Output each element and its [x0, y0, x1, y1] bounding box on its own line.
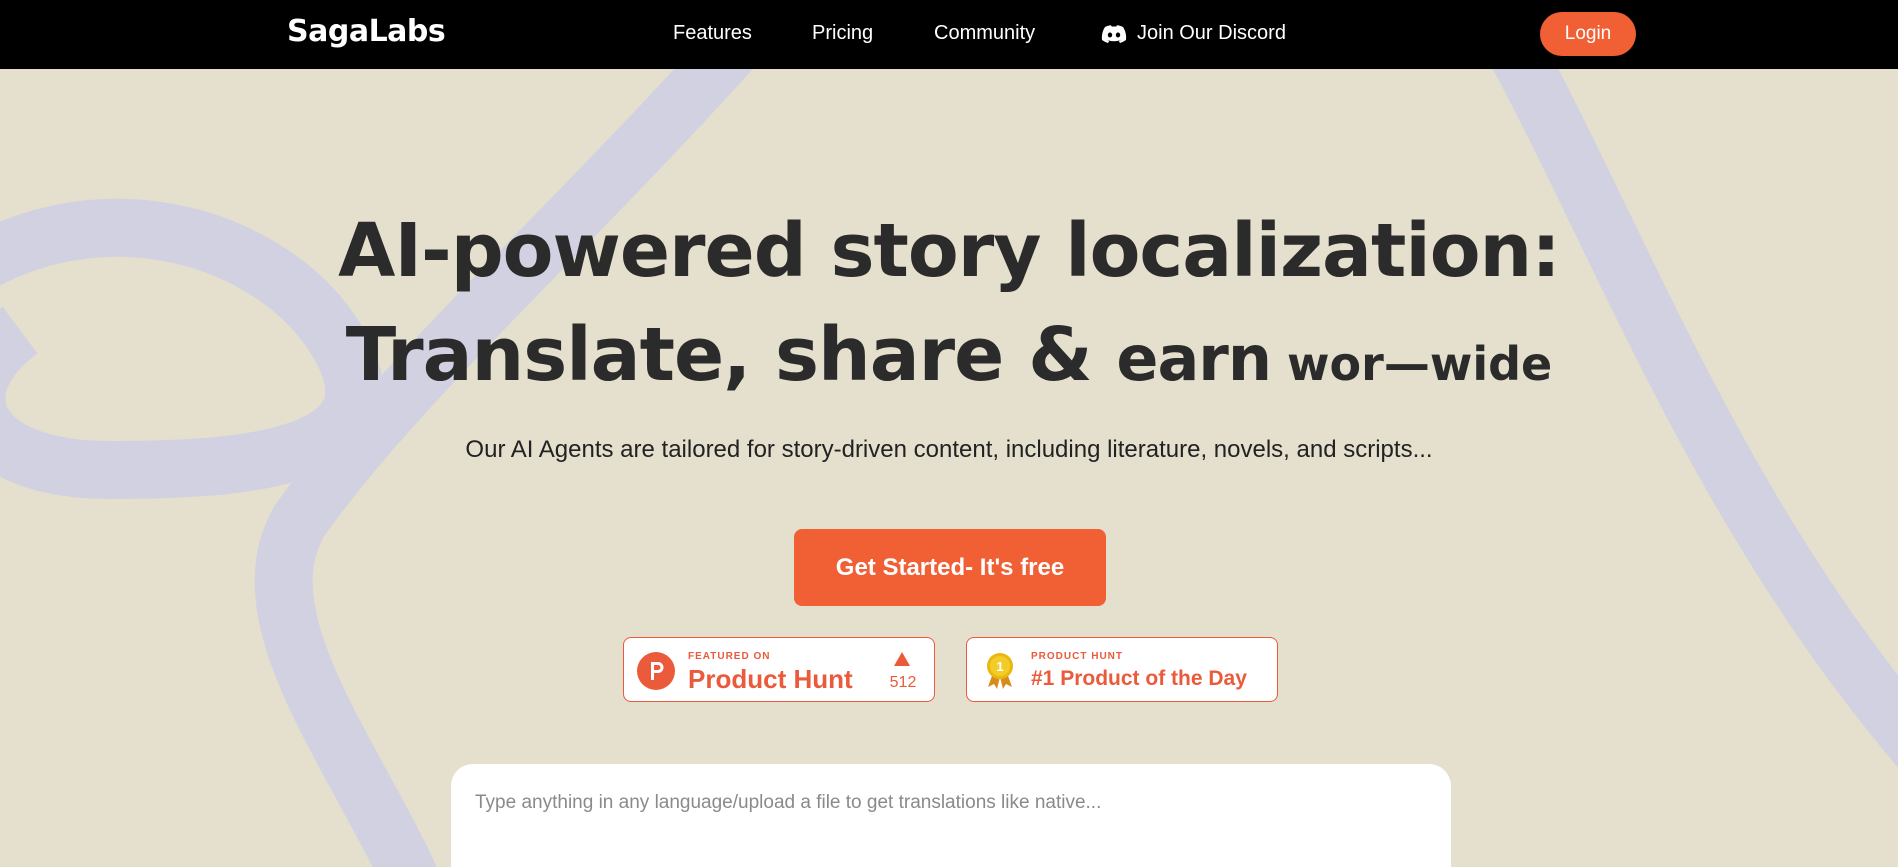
badge-product-hunt-title: Product Hunt — [688, 664, 853, 694]
nav-link-community[interactable]: Community — [934, 22, 1035, 45]
background-curves — [0, 20, 1898, 867]
nav-link-discord[interactable]: Join Our Discord — [1137, 22, 1286, 45]
product-hunt-featured-badge[interactable]: FEATURED ON Product Hunt 512 — [623, 637, 935, 702]
discord-icon[interactable] — [1101, 24, 1127, 44]
brand-logo[interactable]: SagaLabs — [287, 14, 446, 49]
hero-headline-line1: AI-powered story localization: — [338, 208, 1561, 294]
medal-number: 1 — [996, 659, 1003, 674]
hero-headline-main: Translate, share & — [345, 312, 1117, 398]
upvote-count: 512 — [889, 674, 917, 691]
landing-page: SagaLabs Features Pricing Community Join… — [0, 0, 1898, 867]
badge-product-of-day-title: #1 Product of the Day — [1031, 667, 1247, 690]
product-hunt-logo-icon — [637, 652, 675, 690]
translation-input[interactable] — [475, 792, 1375, 814]
hero-headline-line2: Translate, share & earn wor—wide — [0, 312, 1898, 398]
medal-icon: 1 — [987, 653, 1013, 689]
hero-headline-worldwide: wor—wide — [1271, 337, 1553, 391]
badge-product-hunt-label: PRODUCT HUNT — [1031, 651, 1123, 662]
product-of-the-day-badge[interactable]: 1 PRODUCT HUNT #1 Product of the Day — [966, 637, 1278, 702]
login-button[interactable]: Login — [1540, 12, 1636, 56]
hero-headline-earn: earn — [1116, 322, 1272, 395]
badge-featured-label: FEATURED ON — [688, 651, 771, 662]
upvote-arrow-icon — [894, 652, 910, 666]
translation-input-card — [451, 764, 1451, 867]
nav-link-pricing[interactable]: Pricing — [812, 22, 873, 45]
top-navbar: SagaLabs Features Pricing Community Join… — [0, 0, 1898, 69]
get-started-button[interactable]: Get Started- It's free — [794, 529, 1106, 606]
nav-link-features[interactable]: Features — [673, 22, 752, 45]
hero-subtitle: Our AI Agents are tailored for story-dri… — [465, 436, 1433, 463]
